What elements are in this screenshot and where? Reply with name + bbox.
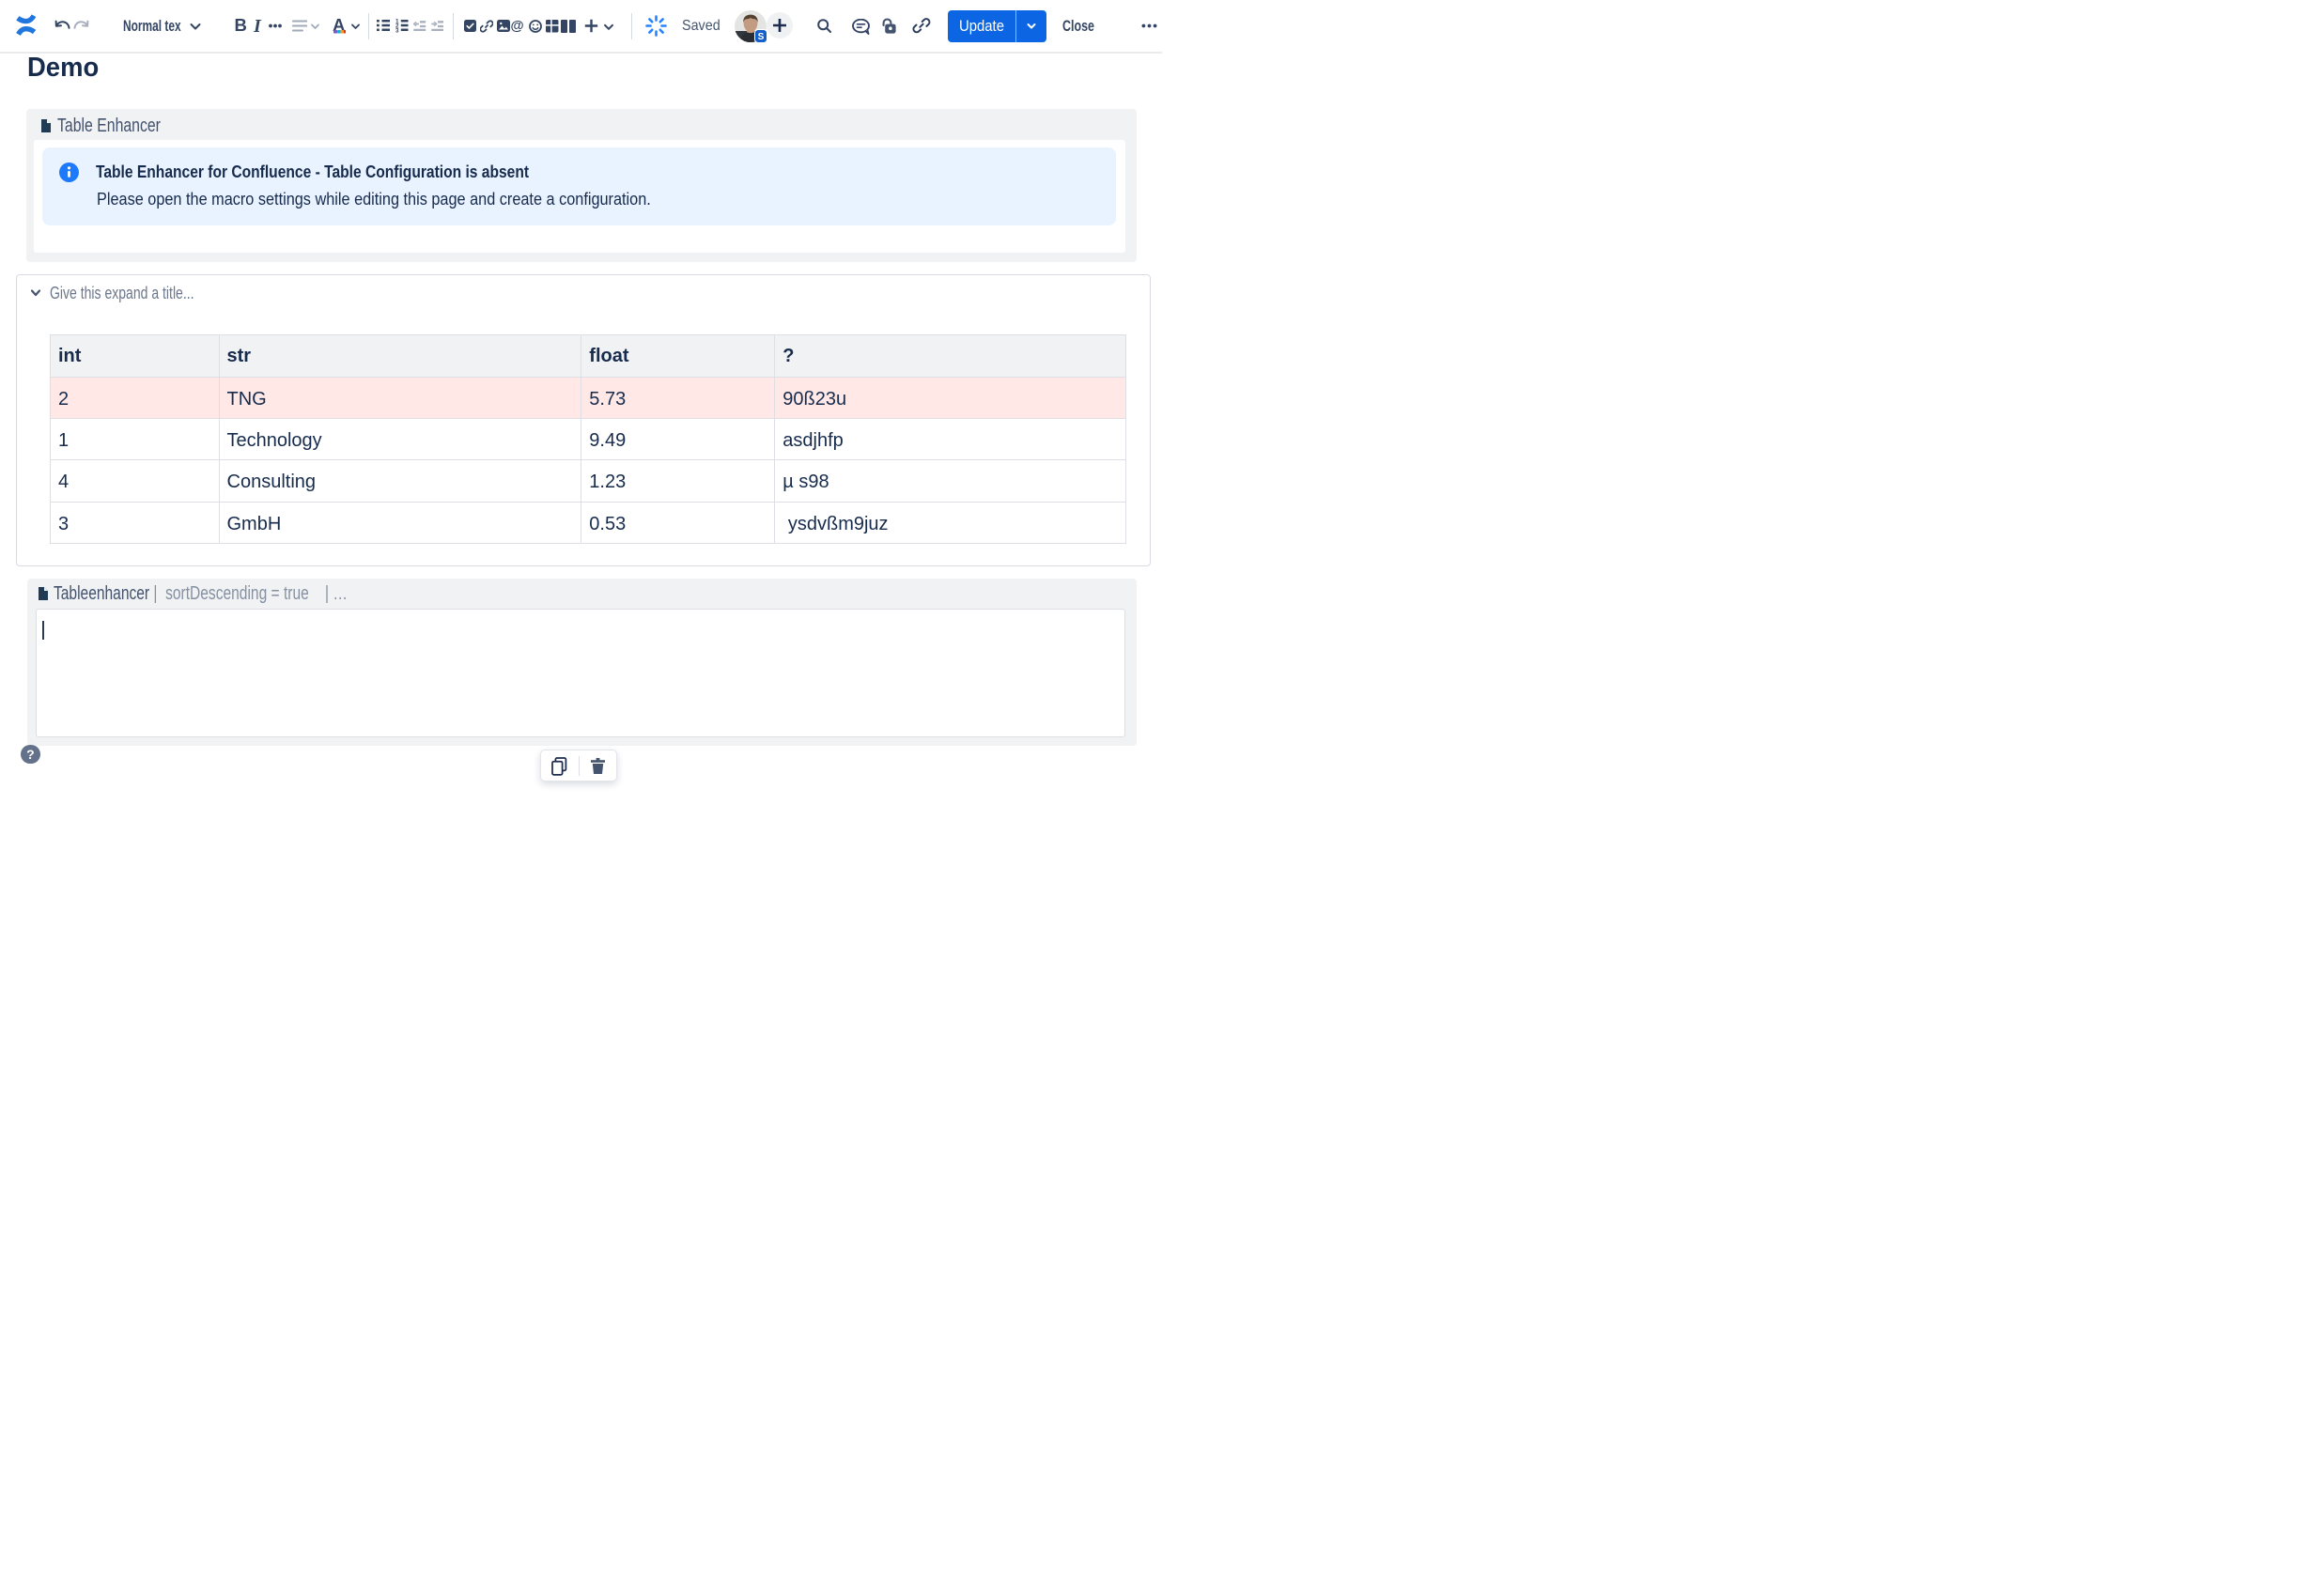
svg-text:S: S [758, 32, 765, 42]
svg-text:3: 3 [395, 28, 399, 33]
